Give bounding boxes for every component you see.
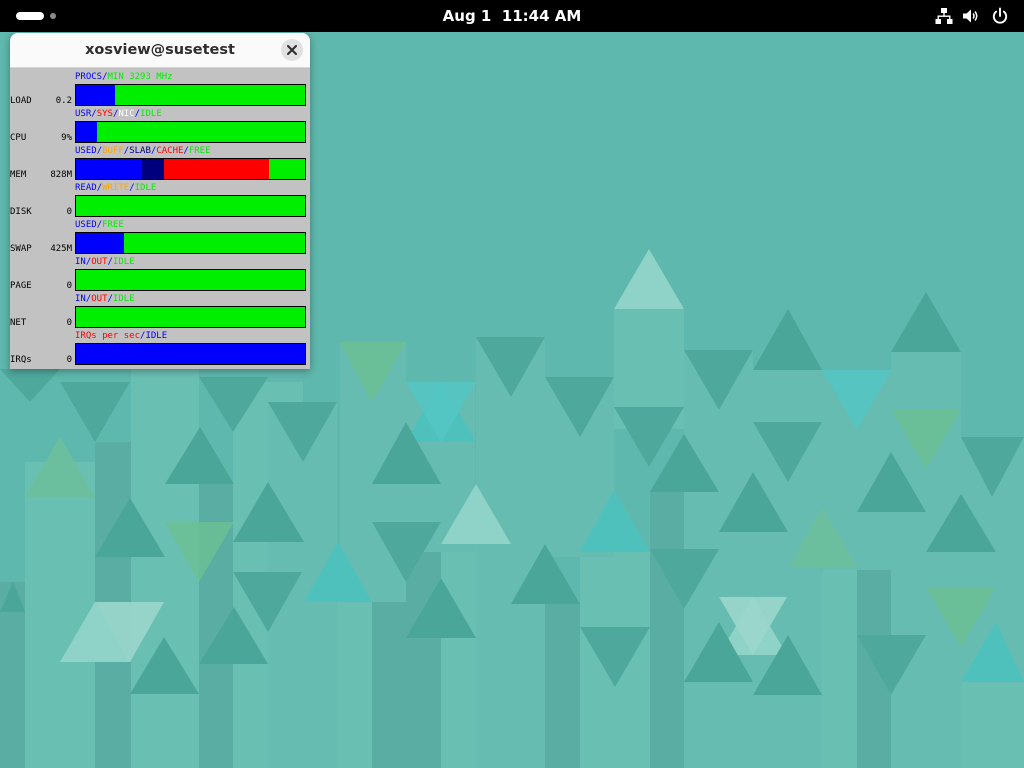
power-icon[interactable]	[991, 7, 1009, 25]
legend-item: IRQs per sec	[75, 331, 141, 341]
clock[interactable]: Aug 1 11:44 AM	[412, 0, 612, 32]
meter-segment	[76, 270, 305, 290]
close-icon	[287, 45, 297, 55]
meter-load: PROCS/MIN 3293 MHz LOAD 0.2	[10, 72, 310, 109]
meter-value: 9%	[61, 133, 72, 143]
meter-value: 828M	[50, 170, 72, 180]
legend-item: OUT	[91, 294, 108, 304]
meter-value: 425M	[50, 244, 72, 254]
legend-item: IDLE	[145, 331, 168, 341]
network-icon[interactable]	[935, 7, 953, 25]
meter-value: 0.2	[55, 96, 72, 106]
meter-mem: USED/BUFF/SLAB/CACHE/FREE MEM 828M	[10, 146, 310, 183]
legend-item: USED	[75, 146, 97, 156]
meter-segment	[76, 344, 305, 364]
meter-bar	[75, 232, 306, 254]
meter-bar	[75, 195, 306, 217]
meter-net: IN/OUT/IDLE NET 0	[10, 294, 310, 331]
legend-item: SLAB	[129, 146, 151, 156]
legend-item: IDLE	[140, 109, 162, 119]
legend-item: PROCS	[75, 72, 103, 82]
meter-cpu: USR/SYS/NIC/IDLE CPU 9%	[10, 109, 310, 146]
volume-icon[interactable]	[962, 7, 980, 25]
legend-item: USR	[75, 109, 92, 119]
meter-legend: USED/BUFF/SLAB/CACHE/FREE	[75, 146, 211, 157]
meter-bar	[75, 84, 306, 106]
legend-item: SYS	[96, 109, 113, 119]
xosview-window: xosview@susetest PROCS/MIN 3293 MHz LOAD 0…	[10, 33, 310, 369]
meter-legend: PROCS/MIN 3293 MHz	[75, 72, 173, 83]
window-title: xosview@susetest	[85, 42, 235, 58]
meter-value: 0	[66, 318, 72, 328]
meter-bar	[75, 343, 306, 365]
legend-item: USED	[75, 220, 97, 230]
meter-bar	[75, 269, 306, 291]
meter-disk: READ/WRITE/IDLE DISK 0	[10, 183, 310, 220]
meter-segment	[76, 159, 143, 179]
legend-item: FREE	[188, 146, 211, 156]
legend-item: NIC	[118, 109, 135, 119]
meter-segment	[76, 122, 97, 142]
legend-item: IN	[75, 257, 86, 267]
legend-item: MIN 3293 MHz	[107, 72, 173, 82]
close-button[interactable]	[281, 39, 303, 61]
legend-item: READ	[75, 183, 97, 193]
window-titlebar[interactable]: xosview@susetest	[10, 33, 310, 68]
meter-value: 0	[66, 281, 72, 291]
meter-value: 0	[66, 207, 72, 217]
legend-item: OUT	[91, 257, 108, 267]
meter-legend: IN/OUT/IDLE	[75, 294, 135, 305]
legend-item: BUFF	[102, 146, 124, 156]
meter-irqs: IRQs per sec/IDLE IRQs 0	[10, 331, 310, 368]
meter-bar	[75, 158, 306, 180]
legend-item: FREE	[102, 220, 124, 230]
meter-segment	[76, 233, 125, 253]
meter-bar	[75, 306, 306, 328]
inactive-workspace-indicator[interactable]	[50, 13, 56, 19]
meter-segment	[164, 159, 270, 179]
legend-item: CACHE	[156, 146, 184, 156]
meter-segment	[269, 159, 305, 179]
meter-value: 0	[66, 355, 72, 365]
meter-page: IN/OUT/IDLE PAGE 0	[10, 257, 310, 294]
meter-segment	[114, 85, 305, 105]
meter-segment	[76, 196, 305, 216]
legend-item: IDLE	[112, 257, 135, 267]
meter-legend: USR/SYS/NIC/IDLE	[75, 109, 162, 120]
meter-segment	[76, 307, 305, 327]
meter-segment	[96, 122, 305, 142]
meter-legend: IRQs per sec/IDLE	[75, 331, 167, 342]
top-bar: Aug 1 11:44 AM	[0, 0, 1024, 32]
meter-segment	[142, 159, 165, 179]
meter-segment	[76, 85, 115, 105]
legend-item: IDLE	[112, 294, 135, 304]
meter-segment	[124, 233, 305, 253]
meter-legend: USED/FREE	[75, 220, 124, 231]
meter-legend: IN/OUT/IDLE	[75, 257, 135, 268]
meter-legend: READ/WRITE/IDLE	[75, 183, 156, 194]
legend-item: IN	[75, 294, 86, 304]
legend-item: IDLE	[134, 183, 157, 193]
active-workspace-indicator[interactable]	[16, 12, 44, 20]
legend-item: WRITE	[102, 183, 130, 193]
meter-bar	[75, 121, 306, 143]
meter-swap: USED/FREE SWAP 425M	[10, 220, 310, 257]
